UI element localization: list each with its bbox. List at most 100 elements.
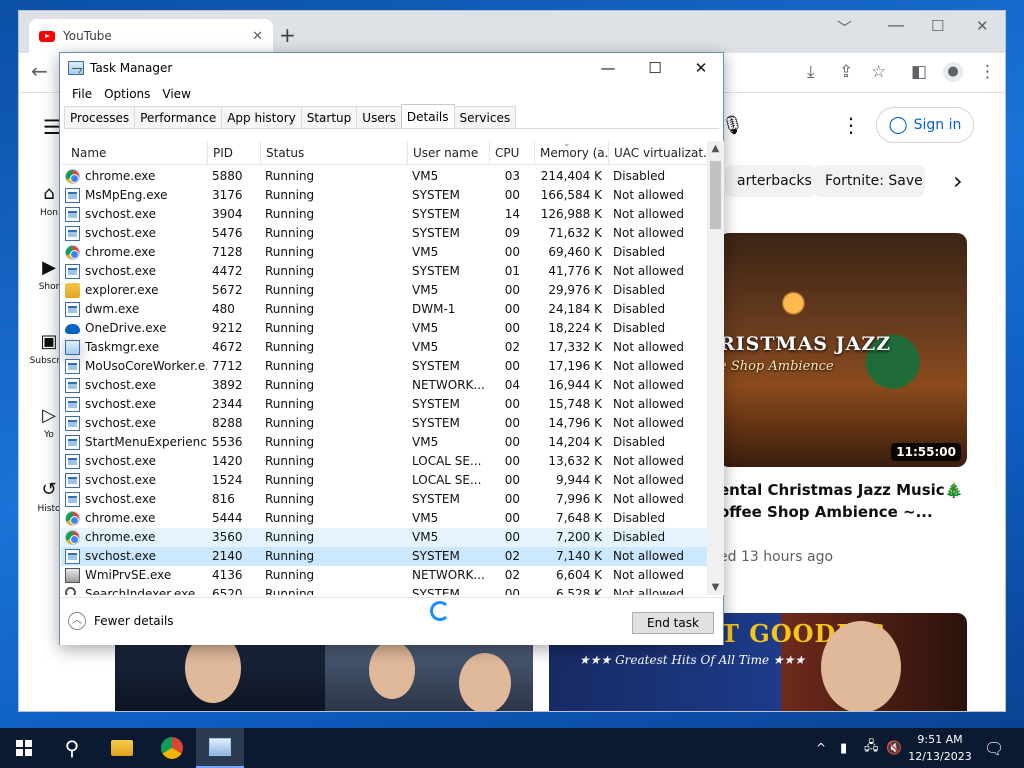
taskbar: ⚲ ^ ▮ 🖧 🔇 9:51 AM 12/13/2023 🗨 bbox=[0, 728, 1024, 768]
table-row[interactable]: Taskmgr.exe 4672 Running VM5 02 17,332 K Not a… bbox=[61, 338, 707, 357]
column-header-user-name[interactable]: User name bbox=[407, 141, 489, 165]
share-icon[interactable]: ⇪ bbox=[839, 62, 853, 82]
tray-overflow-chevron[interactable]: ^ bbox=[816, 728, 826, 768]
cell-mem: 6,528 K bbox=[555, 587, 602, 595]
cell-cpu: 00 bbox=[504, 416, 520, 430]
scroll-down-icon[interactable]: ▼ bbox=[707, 582, 724, 593]
network-icon[interactable]: 🖧 bbox=[864, 728, 879, 768]
tab-services[interactable]: Services bbox=[453, 106, 517, 128]
taskbar-chrome[interactable] bbox=[148, 728, 196, 768]
cell-name: svchost.exe bbox=[85, 207, 156, 221]
cell-name: MsMpEng.exe bbox=[85, 188, 168, 202]
table-row[interactable]: WmiPrvSE.exe 4136 Running NETWORK... 02 6,604… bbox=[61, 566, 707, 585]
tm-minimize-button[interactable]: — bbox=[585, 57, 631, 79]
table-row[interactable]: svchost.exe 8288 Running SYSTEM 00 14,796 K No… bbox=[61, 414, 707, 433]
scroll-up-icon[interactable]: ▲ bbox=[707, 143, 724, 154]
cell-user: SYSTEM bbox=[412, 359, 460, 373]
table-row[interactable]: dwm.exe 480 Running DWM-1 00 24,184 K Disabled bbox=[61, 300, 707, 319]
tab-performance[interactable]: Performance bbox=[134, 106, 223, 128]
task-manager-titlebar[interactable]: Task Manager — ☐ ✕ bbox=[60, 53, 723, 83]
table-row[interactable]: chrome.exe 7128 Running VM5 00 69,460 K Disabl… bbox=[61, 243, 707, 262]
cell-status: Running bbox=[265, 511, 315, 525]
table-row[interactable]: svchost.exe 816 Running SYSTEM 00 7,996 K Not … bbox=[61, 490, 707, 509]
table-row[interactable]: chrome.exe 3560 Running VM5 00 7,200 K Disable… bbox=[61, 528, 707, 547]
install-app-icon[interactable]: ⤓ bbox=[807, 62, 815, 82]
cell-status: Running bbox=[265, 245, 315, 259]
table-row[interactable]: svchost.exe 1524 Running LOCAL SE... 00 9,944… bbox=[61, 471, 707, 490]
table-row[interactable]: svchost.exe 1420 Running LOCAL SE... 00 13,63… bbox=[61, 452, 707, 471]
table-row[interactable]: svchost.exe 2140 Running SYSTEM 02 7,140 K Not… bbox=[61, 547, 707, 566]
column-header-cpu[interactable]: CPU bbox=[489, 141, 534, 165]
chip-fortnite[interactable]: Fortnite: Save th bbox=[813, 165, 925, 197]
cell-cpu: 00 bbox=[504, 302, 520, 316]
table-row[interactable]: chrome.exe 5880 Running VM5 03 214,404 K Disab… bbox=[61, 167, 707, 186]
table-row[interactable]: svchost.exe 4472 Running SYSTEM 01 41,776 K No… bbox=[61, 262, 707, 281]
column-header-memory[interactable]: Memory (a... bbox=[534, 141, 608, 165]
browser-tab-youtube[interactable]: YouTube ✕ bbox=[29, 19, 273, 53]
cell-pid: 5672 bbox=[212, 283, 243, 297]
cell-status: Running bbox=[265, 416, 315, 430]
end-task-button[interactable]: End task bbox=[632, 612, 714, 634]
tab-users[interactable]: Users bbox=[356, 106, 402, 128]
tm-maximize-button[interactable]: ☐ bbox=[632, 57, 678, 79]
fewer-details-button[interactable]: ︿ Fewer details bbox=[68, 612, 174, 630]
menu-view[interactable]: View bbox=[156, 83, 196, 105]
column-header-uac[interactable]: UAC virtualizat... bbox=[608, 141, 707, 165]
tm-close-button[interactable]: ✕ bbox=[678, 57, 724, 79]
table-row[interactable]: svchost.exe 3904 Running SYSTEM 14 126,988 K N… bbox=[61, 205, 707, 224]
volume-muted-icon[interactable]: 🔇 bbox=[886, 728, 902, 768]
tab-app-history[interactable]: App history bbox=[221, 106, 302, 128]
table-row[interactable]: OneDrive.exe 9212 Running VM5 00 18,224 K Disa… bbox=[61, 319, 707, 338]
table-row[interactable]: svchost.exe 3892 Running NETWORK... 04 16,944… bbox=[61, 376, 707, 395]
sign-in-button[interactable]: ◯ Sign in bbox=[876, 107, 974, 143]
search-button[interactable]: ⚲ bbox=[48, 728, 96, 768]
chips-next-icon[interactable]: › bbox=[953, 167, 963, 195]
chip-quarterbacks[interactable]: arterbacks bbox=[725, 165, 817, 197]
cell-user: SYSTEM bbox=[412, 549, 460, 563]
start-button[interactable] bbox=[0, 728, 48, 768]
side-panel-icon[interactable]: ◧ bbox=[911, 62, 927, 82]
tab-details[interactable]: Details bbox=[400, 104, 455, 128]
window-title: Task Manager bbox=[90, 61, 173, 75]
table-row[interactable]: chrome.exe 5444 Running VM5 00 7,648 K Disable… bbox=[61, 509, 707, 528]
system-clock[interactable]: 9:51 AM 12/13/2023 bbox=[908, 731, 972, 765]
table-row[interactable]: svchost.exe 2344 Running SYSTEM 00 15,748 K No… bbox=[61, 395, 707, 414]
battery-icon[interactable]: ▮ bbox=[840, 728, 847, 768]
table-row[interactable]: MsMpEng.exe 3176 Running SYSTEM 00 166,584 K N… bbox=[61, 186, 707, 205]
table-row[interactable]: SearchIndexer.exe 6520 Running SYSTEM 00 6,52… bbox=[61, 585, 707, 595]
table-row[interactable]: MoUsoCoreWorker.e... 7712 Running SYSTEM 00 1… bbox=[61, 357, 707, 376]
profile-avatar-icon[interactable]: ● bbox=[943, 62, 963, 82]
table-row[interactable]: svchost.exe 5476 Running SYSTEM 09 71,632 K No… bbox=[61, 224, 707, 243]
notifications-icon[interactable]: 🗨 bbox=[984, 728, 1004, 768]
back-icon[interactable]: ← bbox=[31, 59, 48, 83]
chrome-menu-icon[interactable]: ⋮ bbox=[979, 62, 996, 82]
column-header-status[interactable]: Status bbox=[260, 141, 407, 165]
menu-file[interactable]: File bbox=[66, 83, 98, 105]
new-tab-button[interactable]: + bbox=[279, 23, 296, 47]
menu-options[interactable]: Options bbox=[98, 83, 156, 105]
yt-settings-icon[interactable]: ⋮ bbox=[841, 113, 861, 137]
window-restore-icon[interactable]: ☐ bbox=[931, 17, 944, 35]
column-header-pid[interactable]: PID bbox=[207, 141, 260, 165]
bookmark-star-icon[interactable]: ☆ bbox=[871, 62, 886, 82]
cell-cpu: 00 bbox=[504, 435, 520, 449]
tab-startup[interactable]: Startup bbox=[300, 106, 358, 128]
tab-search-icon[interactable]: ﹀ bbox=[837, 17, 852, 38]
taskbar-file-explorer[interactable] bbox=[98, 728, 146, 768]
cell-cpu: 14 bbox=[504, 207, 520, 221]
video-thumbnail-christmas-jazz[interactable]: RISTMAS JAZZ e Shop Ambience 11:55:00 bbox=[719, 233, 967, 467]
taskbar-task-manager[interactable] bbox=[196, 728, 244, 768]
scrollbar-thumb[interactable] bbox=[710, 161, 721, 229]
table-row[interactable]: StartMenuExperienc... 5536 Running VM5 00 14,… bbox=[61, 433, 707, 452]
table-scrollbar[interactable]: ▲ ▼ bbox=[707, 141, 724, 595]
window-close-icon[interactable]: ✕ bbox=[976, 17, 989, 35]
column-header-name[interactable]: Name bbox=[61, 141, 207, 165]
table-row[interactable]: explorer.exe 5672 Running VM5 00 29,976 K Disa… bbox=[61, 281, 707, 300]
tab-title: YouTube bbox=[63, 29, 112, 43]
tab-processes[interactable]: Processes bbox=[64, 106, 136, 128]
window-minimize-icon[interactable]: — bbox=[887, 15, 905, 36]
video-title-link[interactable]: ental Christmas Jazz Music🎄 offee Shop A… bbox=[719, 479, 969, 523]
voice-search-icon[interactable]: 🎙 bbox=[721, 115, 744, 136]
tab-close-icon[interactable]: ✕ bbox=[252, 29, 263, 44]
cell-status: Running bbox=[265, 530, 315, 544]
